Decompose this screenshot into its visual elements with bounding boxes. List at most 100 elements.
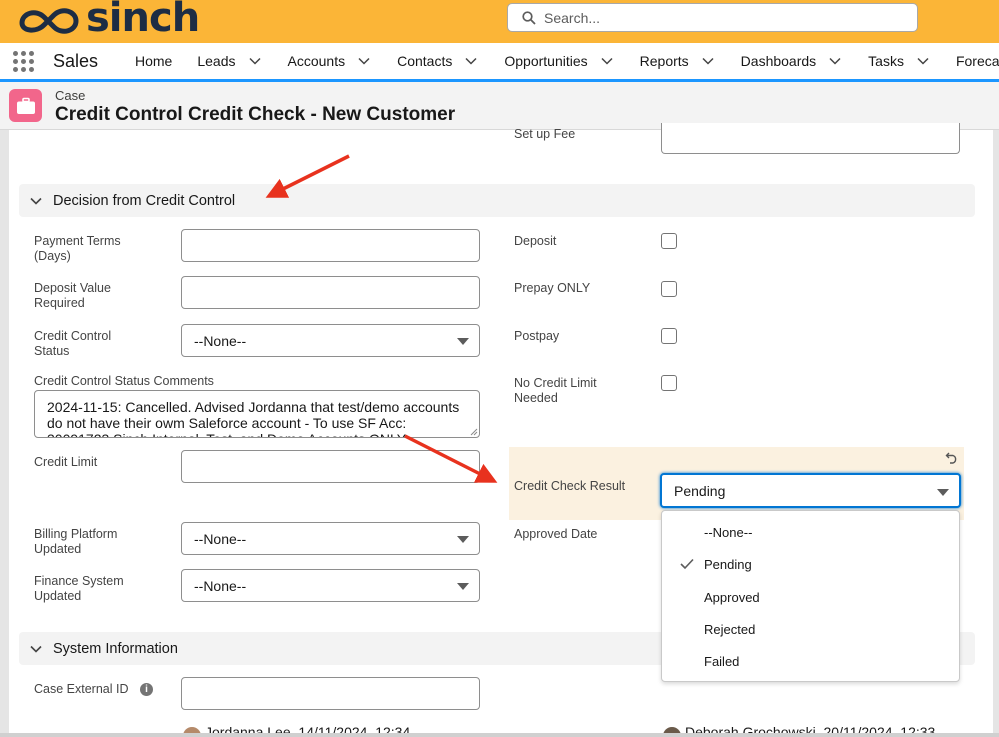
label-line: Needed: [514, 391, 558, 405]
cc-comments-label: Credit Control Status Comments: [34, 374, 214, 388]
frame-right: [993, 130, 999, 737]
finance-system-select[interactable]: --None--: [181, 569, 480, 602]
postpay-checkbox[interactable]: [661, 328, 677, 344]
caret-down-icon: [457, 583, 469, 590]
nav-item-label: Opportunities: [504, 53, 588, 69]
label-line: Status: [34, 344, 70, 358]
deposit-label: Deposit: [514, 234, 557, 248]
label-line: Deposit Value: [34, 281, 111, 295]
option-label: Rejected: [704, 621, 756, 637]
label-line: (Days): [34, 249, 71, 263]
chevron-down-icon[interactable]: [29, 194, 43, 208]
nav-item-tasks[interactable]: Tasks: [868, 43, 930, 79]
caret-down-icon: [457, 338, 469, 345]
dropdown-option-failed[interactable]: Failed: [662, 645, 959, 677]
app-launcher-icon[interactable]: [13, 51, 35, 73]
nav-item-label: Reports: [639, 53, 689, 69]
select-value: Pending: [674, 482, 726, 499]
payment-terms-input[interactable]: [181, 229, 480, 262]
label-line: Required: [34, 296, 85, 310]
option-label: Pending: [704, 556, 752, 572]
global-search[interactable]: [507, 3, 918, 32]
frame-bottom: [0, 733, 999, 737]
nav-item-home[interactable]: Home: [135, 43, 172, 79]
dropdown-option-rejected[interactable]: Rejected: [662, 613, 959, 645]
prepay-checkbox[interactable]: [661, 281, 677, 297]
setup-fee-input[interactable]: [661, 123, 960, 154]
section-title: System Information: [53, 640, 178, 657]
postpay-label: Postpay: [514, 329, 560, 343]
credit-check-result-select[interactable]: Pending: [660, 473, 961, 508]
finance-system-label: Finance System Updated: [34, 574, 124, 604]
select-value: --None--: [194, 577, 247, 594]
frame-left: [0, 130, 9, 737]
chevron-down-icon[interactable]: [29, 642, 43, 656]
nav-item-reports[interactable]: Reports: [640, 43, 715, 79]
credit-limit-input[interactable]: [181, 450, 480, 483]
deposit-checkbox[interactable]: [661, 233, 677, 249]
chevron-down-icon[interactable]: [464, 54, 478, 68]
cc-status-select[interactable]: --None--: [181, 324, 480, 357]
option-label: Failed: [704, 653, 740, 669]
no-credit-limit-checkbox[interactable]: [661, 375, 677, 391]
cc-comments-textarea[interactable]: 2024-11-15: Cancelled. Advised Jordanna …: [34, 390, 480, 438]
nav-item-dashboards[interactable]: Dashboards: [741, 43, 843, 79]
label-line: Updated: [34, 542, 82, 556]
nav-item-label: Tasks: [868, 53, 904, 69]
dropdown-option-none[interactable]: --None--: [662, 516, 959, 548]
app-name: Sales: [53, 51, 99, 71]
nav-item-contacts[interactable]: Contacts: [397, 43, 478, 79]
cc-status-label: Credit Control Status: [34, 329, 111, 359]
chevron-down-icon[interactable]: [828, 54, 842, 68]
dropdown-option-approved[interactable]: Approved: [662, 581, 959, 613]
brand-bar: sinch: [0, 0, 999, 43]
select-value: --None--: [194, 332, 247, 349]
nav-item-label: Accounts: [287, 53, 346, 69]
option-label: --None--: [704, 524, 753, 540]
section-title: Decision from Credit Control: [53, 192, 236, 209]
info-icon[interactable]: i: [140, 683, 153, 696]
label-line: Billing Platform: [34, 527, 118, 541]
prepay-label: Prepay ONLY: [514, 281, 591, 295]
section-header-credit-decision[interactable]: Decision from Credit Control: [19, 184, 975, 217]
chevron-down-icon[interactable]: [600, 54, 614, 68]
label-line: Credit Control: [34, 329, 112, 343]
nav-item-forecasts[interactable]: Forecas: [956, 43, 999, 79]
page-title: Credit Control Credit Check - New Custom…: [55, 104, 456, 125]
resize-handle-icon[interactable]: [470, 428, 478, 436]
nav-item-label: Dashboards: [740, 53, 817, 69]
check-icon: [680, 558, 694, 570]
no-credit-limit-label: No Credit Limit Needed: [514, 376, 597, 406]
label-line: Updated: [34, 589, 82, 603]
case-external-id-input[interactable]: [181, 677, 480, 710]
option-label: Approved: [704, 589, 760, 605]
approved-date-label: Approved Date: [514, 527, 598, 541]
credit-limit-label: Credit Limit: [34, 455, 98, 469]
nav-item-label: Forecas: [955, 53, 999, 69]
deposit-value-input[interactable]: [181, 276, 480, 309]
dropdown-option-pending[interactable]: Pending: [662, 548, 959, 580]
nav-bar: Sales Home Leads Accounts Contacts Oppor…: [0, 43, 999, 82]
nav-item-opportunities[interactable]: Opportunities: [504, 43, 613, 79]
chevron-down-icon[interactable]: [916, 54, 930, 68]
caret-down-icon: [457, 536, 469, 543]
nav-item-label: Contacts: [397, 53, 453, 69]
briefcase-icon: [9, 89, 42, 122]
label-line: Payment Terms: [34, 234, 121, 248]
credit-check-result-label: Credit Check Result: [514, 479, 626, 493]
search-input[interactable]: [544, 9, 874, 26]
object-label: Case: [55, 88, 86, 103]
chevron-down-icon[interactable]: [357, 54, 371, 68]
chevron-down-icon[interactable]: [248, 54, 262, 68]
select-value: --None--: [194, 530, 247, 547]
payment-terms-label: Payment Terms (Days): [34, 234, 121, 264]
nav-item-accounts[interactable]: Accounts: [288, 43, 372, 79]
setup-fee-label: Set up Fee: [514, 127, 576, 141]
billing-platform-select[interactable]: --None--: [181, 522, 480, 555]
nav-item-leads[interactable]: Leads: [197, 43, 261, 79]
logo-text: sinch: [86, 0, 200, 41]
credit-check-result-dropdown: --None-- Pending Approved Rejected Faile…: [661, 510, 960, 682]
sinch-logo[interactable]: sinch: [18, 0, 200, 41]
undo-icon[interactable]: [945, 450, 959, 464]
chevron-down-icon[interactable]: [701, 54, 715, 68]
